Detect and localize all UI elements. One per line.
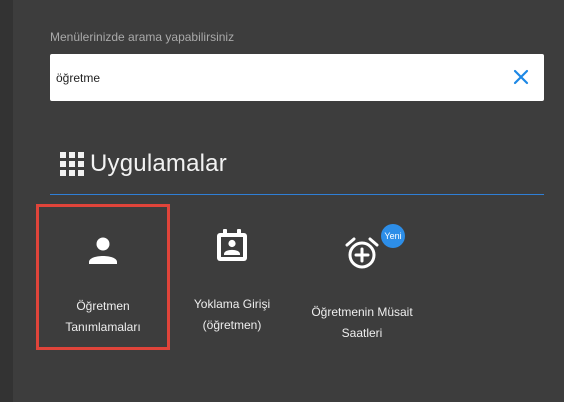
new-badge: Yeni (381, 224, 405, 248)
apps-grid-icon (60, 152, 84, 176)
search-label: Menülerinizde arama yapabilirsiniz (50, 30, 235, 44)
app-label: Öğretmen Tanımlamaları (65, 299, 141, 334)
app-label: Yoklama Girişi (öğretmen) (193, 297, 271, 332)
app-label: Öğretmenin Müsait Saatleri (311, 305, 413, 340)
person-icon (86, 233, 120, 267)
app-tile-ogretmenin-musait-saatleri[interactable]: Yeni Öğretmenin Müsait Saatleri (294, 204, 430, 350)
alarm-add-icon (345, 236, 379, 270)
calendar-person-icon (215, 228, 249, 262)
section-divider (50, 194, 544, 195)
app-tile-yoklama-girisi[interactable]: Yoklama Girişi (öğretmen) (164, 204, 300, 350)
section-header: Uygulamalar (60, 148, 227, 180)
app-tile-ogretmen-tanimlamalari[interactable]: Öğretmen Tanımlamaları (36, 204, 170, 350)
close-icon[interactable] (512, 68, 530, 86)
section-title: Uygulamalar (90, 150, 227, 177)
search-box[interactable] (50, 54, 544, 101)
left-edge-strip (0, 0, 13, 402)
search-input[interactable] (56, 68, 496, 88)
